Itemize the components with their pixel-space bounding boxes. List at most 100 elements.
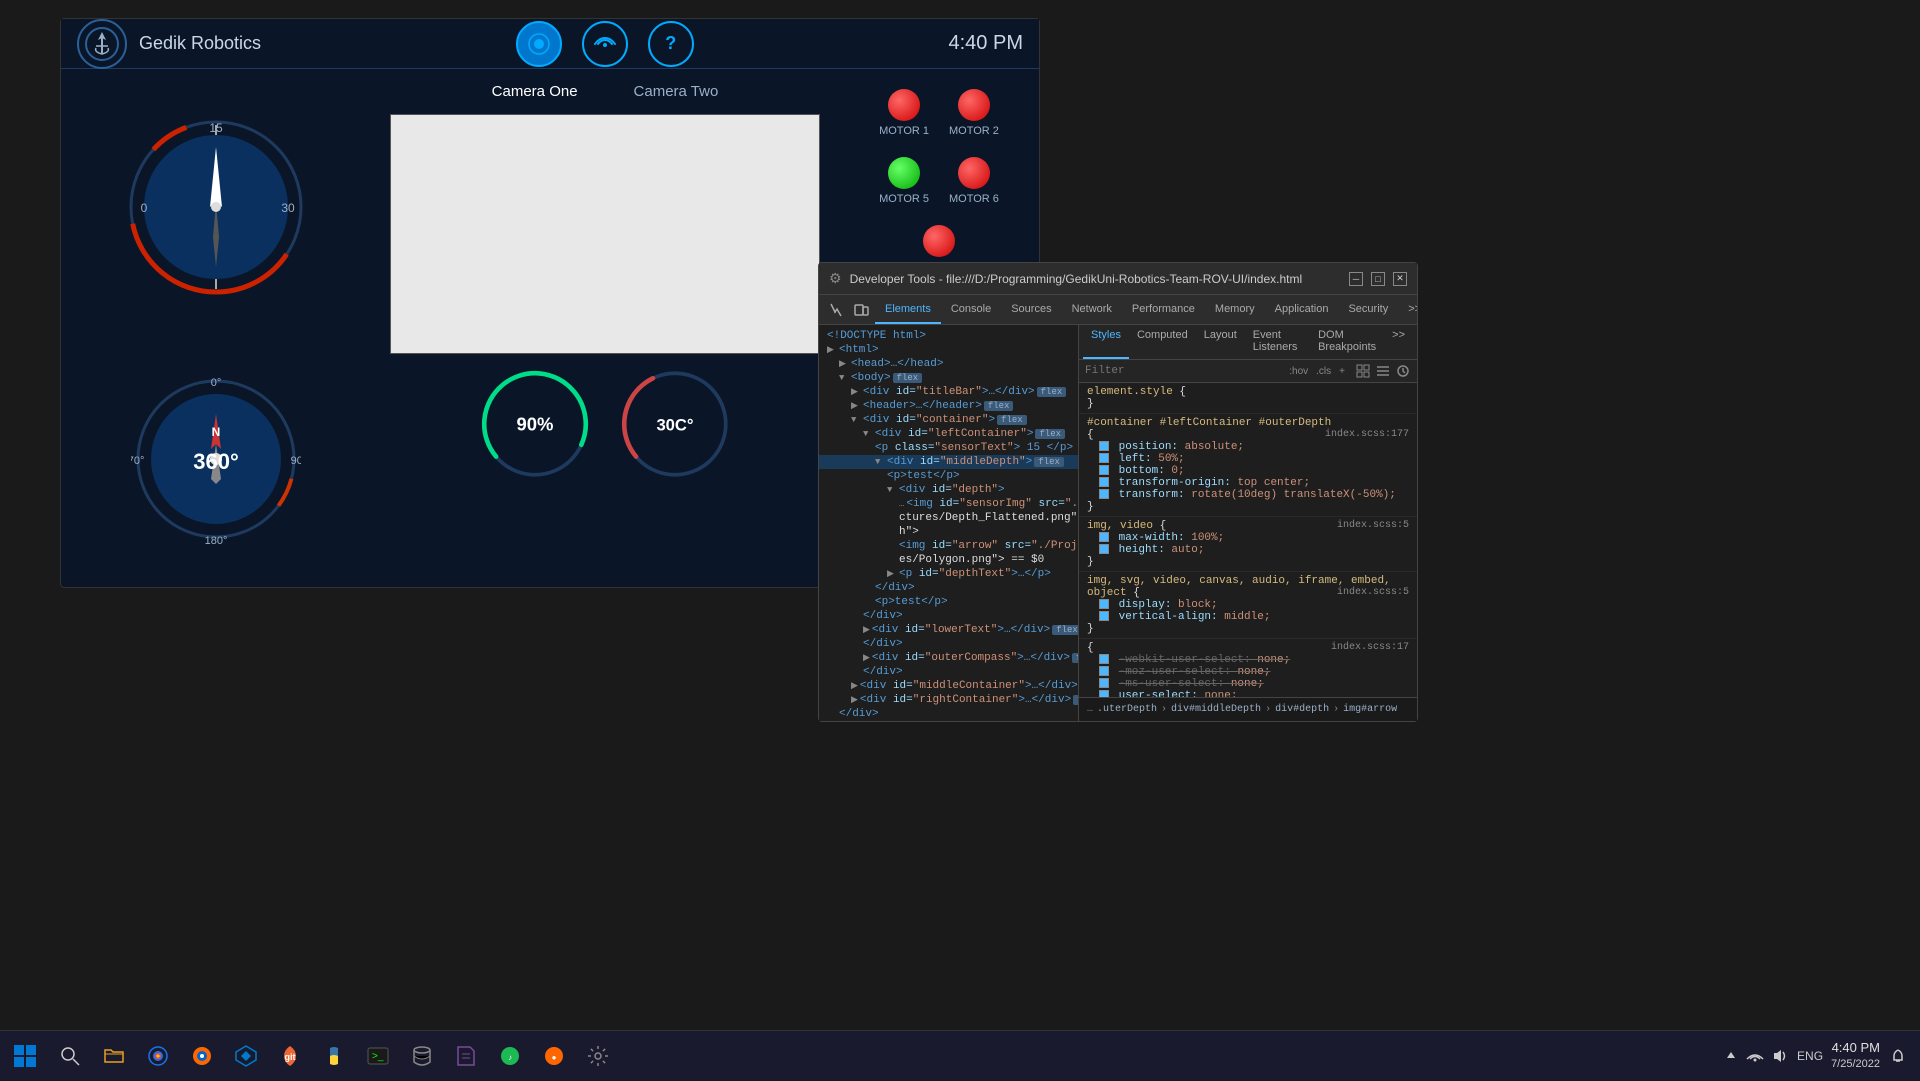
html-line-close-div4[interactable]: </div> [819,665,1078,679]
html-line-sensorimg3[interactable]: h"> [819,525,1078,539]
html-line-close-div3[interactable]: </div> [819,637,1078,651]
search-button[interactable] [50,1036,90,1076]
camera-one-tab[interactable]: Camera One [484,79,586,104]
html-line-middlecontainer[interactable]: ▶ <div id="middleContainer">…</div> flex [819,679,1078,693]
html-line-doctype[interactable]: <!DOCTYPE html> [819,329,1078,343]
css-rule-element-style: element.style { } [1079,383,1417,414]
html-line-head[interactable]: ▶ <head>…</head> [819,357,1078,371]
taskbar-time[interactable]: 4:40 PM 7/25/2022 [1831,1040,1880,1071]
devtools-tab-memory[interactable]: Memory [1205,295,1265,324]
html-line-middledepth[interactable]: ▼ <div id="middleDepth"> flex [819,455,1078,469]
styles-icon1[interactable] [1355,363,1371,379]
app-titlebar: Gedik Robotics ? 4:40 PM [61,19,1039,69]
tray-network[interactable] [1745,1046,1765,1066]
tab-computed[interactable]: Computed [1129,325,1196,359]
html-line-close-div5[interactable]: </div> [819,707,1078,721]
devtools-maximize-button[interactable]: □ [1371,272,1385,286]
tab-layout[interactable]: Layout [1196,325,1245,359]
styles-cls-hint[interactable]: .cls [1316,366,1331,377]
tray-notifications[interactable] [1888,1046,1908,1066]
html-line-sensortext[interactable]: <p class="sensorText"> 15 </p> [819,441,1078,455]
taskbar-database[interactable] [402,1036,442,1076]
devtools-tab-performance[interactable]: Performance [1122,295,1205,324]
app-time: 4:40 PM [949,32,1023,55]
taskbar-firefox[interactable] [182,1036,222,1076]
taskbar-app2[interactable]: ● [534,1036,574,1076]
styles-icon3[interactable] [1395,363,1411,379]
styles-add-hint[interactable]: + [1339,366,1345,377]
taskbar-notes[interactable] [446,1036,486,1076]
svg-text:90°: 90° [291,455,301,467]
camera-two-tab[interactable]: Camera Two [626,79,727,104]
help-button[interactable]: ? [648,21,694,67]
html-panel: <!DOCTYPE html> ▶ <html> ▶ <head>…</head… [819,325,1079,721]
html-line-close-div2[interactable]: </div> [819,609,1078,623]
breadcrumb-middledepth[interactable]: div#middleDepth [1171,704,1261,715]
html-line-arrow2[interactable]: es/Polygon.png"> == $0 [819,553,1078,567]
svg-text:N: N [212,425,221,439]
tab-event-listeners[interactable]: Event Listeners [1245,325,1310,359]
html-line-depth[interactable]: ▼ <div id="depth"> [819,483,1078,497]
taskbar-python[interactable] [314,1036,354,1076]
html-line-lowertext[interactable]: ▶ <div id="lowerText">…</div> flex [819,623,1078,637]
html-line-body[interactable]: ▼ <body> flex [819,371,1078,385]
sys-tray [1721,1046,1789,1066]
motor-grid: MOTOR 1 MOTOR 2 MOTOR 5 MOTOR 6 [869,79,1009,215]
devtools-titlebar: ⚙ Developer Tools - file:///D:/Programmi… [819,263,1417,295]
devtools-tab-more[interactable]: >> [1398,295,1417,324]
devtools-tab-application[interactable]: Application [1265,295,1339,324]
devtools-close-button[interactable]: ✕ [1393,272,1407,286]
taskbar-terminal[interactable]: >_ [358,1036,398,1076]
devtools-inspect-icon[interactable] [827,300,847,320]
html-line-arrow[interactable]: <img id="arrow" src="./Project/Pictur [819,539,1078,553]
signal-button[interactable] [582,21,628,67]
tray-show-hidden[interactable] [1721,1046,1741,1066]
devtools-minimize-button[interactable]: ─ [1349,272,1363,286]
html-line-test1[interactable]: <p>test</p> [819,469,1078,483]
devtools-tab-elements[interactable]: Elements [875,295,941,324]
breadcrumb-ellipsis: … [1087,704,1093,715]
devtools-tab-sources[interactable]: Sources [1001,295,1061,324]
taskbar-vscode[interactable] [226,1036,266,1076]
devtools-tab-console[interactable]: Console [941,295,1001,324]
motor-6-led [958,157,990,189]
taskbar-settings[interactable] [578,1036,618,1076]
motor-5: MOTOR 5 [879,157,929,205]
breadcrumb-outerdepth[interactable]: .uterDepth [1097,704,1157,715]
html-line-test2[interactable]: <p>test</p> [819,595,1078,609]
styles-hov-hint[interactable]: :hov [1289,366,1308,377]
html-line-rightcontainer[interactable]: ▶ <div id="rightContainer">…</div> flex [819,693,1078,707]
taskbar-app1[interactable]: ♪ [490,1036,530,1076]
tab-dom-breakpoints[interactable]: DOM Breakpoints [1310,325,1384,359]
html-line-container[interactable]: ▼ <div id="container"> flex [819,413,1078,427]
status-button[interactable] [516,21,562,67]
taskbar-browser[interactable] [138,1036,178,1076]
html-line-sensorimg[interactable]: … <img id="sensorImg" src="./Project/Pi [819,497,1078,511]
breadcrumb-depth[interactable]: div#depth [1275,704,1329,715]
tray-sound[interactable] [1769,1046,1789,1066]
styles-filter-input[interactable] [1085,365,1285,377]
html-line-sensorimg2[interactable]: ctures/Depth_Flattened.png" alt="dept [819,511,1078,525]
html-line-leftcontainer[interactable]: ▼ <div id="leftContainer"> flex [819,427,1078,441]
tab-more-styles[interactable]: >> [1384,325,1413,359]
html-line-close-div1[interactable]: </div> [819,581,1078,595]
svg-text:0°: 0° [211,377,222,389]
html-line-depthtext[interactable]: ▶ <p id="depthText">…</p> [819,567,1078,581]
html-line-titlebar[interactable]: ▶ <div id="titleBar">…</div> flex [819,385,1078,399]
tab-styles[interactable]: Styles [1083,325,1129,359]
styles-view-icons [1355,363,1411,379]
devtools-icon: ⚙ [829,270,842,287]
devtools-tab-network[interactable]: Network [1062,295,1122,324]
breadcrumb-arrow[interactable]: img#arrow [1343,704,1397,715]
taskbar-lang: ENG [1797,1049,1823,1063]
svg-text:30C°: 30C° [656,415,693,434]
styles-icon2[interactable] [1375,363,1391,379]
taskbar-file-explorer[interactable] [94,1036,134,1076]
devtools-tab-security[interactable]: Security [1338,295,1398,324]
html-line-html[interactable]: ▶ <html> [819,343,1078,357]
html-line-compass[interactable]: ▶ <div id="outerCompass">…</div> flex [819,651,1078,665]
html-line-header[interactable]: ▶ <header>…</header> flex [819,399,1078,413]
start-button[interactable] [0,1031,50,1081]
taskbar-git[interactable]: git [270,1036,310,1076]
devtools-device-icon[interactable] [851,300,871,320]
